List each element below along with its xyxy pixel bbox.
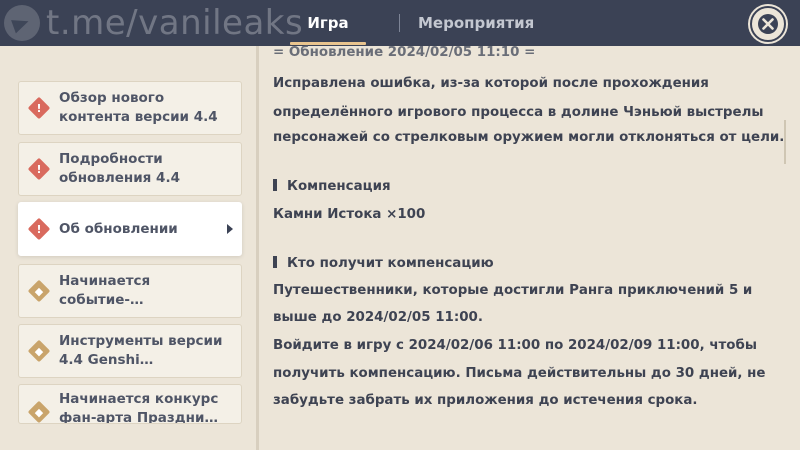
watermark-text: t.me/vanileaks <box>46 3 304 43</box>
compensation-value: Камни Истока ×100 <box>273 207 426 222</box>
alert-mark: ! <box>36 101 42 115</box>
telegram-icon <box>4 5 40 41</box>
fix-text-line: Исправлена ошибка, из-за которой после п… <box>273 76 709 91</box>
recipients-heading: Кто получит компенсацию <box>273 251 494 277</box>
alert-mark: ! <box>36 162 42 176</box>
event-mark: ◆ <box>34 405 44 419</box>
tab-game[interactable]: Игра <box>290 0 366 46</box>
update-header: = Обновление 2024/02/05 11:10 = <box>273 45 536 60</box>
sidebar-item-tools[interactable]: ◆ Инструменты версии 4.4 Genshi… <box>18 324 242 378</box>
tab-divider <box>399 14 400 32</box>
compensation-heading: Компенсация <box>273 174 391 200</box>
section-marker <box>273 256 277 268</box>
announcement-content[interactable]: = Обновление 2024/02/05 11:10 = Исправле… <box>259 45 800 450</box>
event-mark: ◆ <box>34 344 44 358</box>
close-icon <box>758 14 778 34</box>
tab-events[interactable]: Мероприятия <box>418 0 534 46</box>
sidebar-item-version-overview[interactable]: ! Обзор нового контента версии 4.4 <box>18 81 242 135</box>
sidebar-item-label: Начинается конкурс фан-арта Праздни… <box>59 391 219 424</box>
recipients-text-line: Войдите в игру с 2024/02/06 11:00 по 202… <box>273 338 757 353</box>
sidebar-item-label: Обзор нового контента версии 4.4 <box>59 90 218 125</box>
watermark: t.me/vanileaks <box>4 3 303 43</box>
recipients-text-line: получить компенсацию. Письма действитель… <box>273 366 766 381</box>
recipients-text-line: Путешественники, которые достигли Ранга … <box>273 283 753 298</box>
sidebar-item-event-start[interactable]: ◆ Начинается событие-… <box>18 264 242 318</box>
sidebar-item-label: Начинается событие-… <box>59 273 151 308</box>
event-mark: ◆ <box>34 284 44 298</box>
recipients-heading-text: Кто получит компенсацию <box>287 256 494 271</box>
recipients-text-line: забудьте забрать их приложения до истече… <box>273 393 698 408</box>
alert-mark: ! <box>36 222 42 236</box>
close-button[interactable] <box>750 6 786 42</box>
sidebar-item-label: Об обновлении <box>59 220 178 237</box>
sidebar-item-update-details[interactable]: ! Подробности обновления 4.4 <box>18 142 242 196</box>
compensation-heading-text: Компенсация <box>287 179 391 194</box>
sidebar-item-about-update[interactable]: ! Об обновлении <box>18 202 242 256</box>
fix-text-line: персонажей со стрелковым оружием могли о… <box>273 130 785 145</box>
sidebar-item-fanart-contest[interactable]: ◆ Начинается конкурс фан-арта Праздни… <box>18 384 242 424</box>
announcement-sidebar: ! Обзор нового контента версии 4.4 ! Под… <box>0 46 258 450</box>
sidebar-item-label: Подробности обновления 4.4 <box>59 151 180 186</box>
top-bar: t.me/vanileaks Игра Мероприятия <box>0 0 800 46</box>
sidebar-item-label: Инструменты версии 4.4 Genshi… <box>59 333 223 368</box>
section-marker <box>273 179 277 191</box>
recipients-text-line: выше до 2024/02/05 11:00. <box>273 310 483 325</box>
caret-right-icon <box>227 224 233 234</box>
fix-text-line: определённого игрового процесса в долине… <box>273 105 764 120</box>
content-scrollbar[interactable] <box>784 120 786 164</box>
